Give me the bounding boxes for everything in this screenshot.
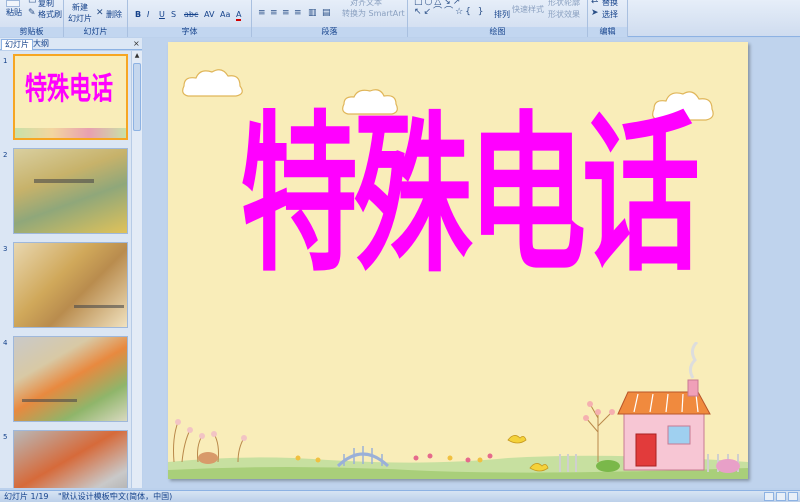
text-direction-button[interactable]: 对齐文本 bbox=[350, 0, 382, 8]
shape-outline-button[interactable]: 形状轮廓 bbox=[548, 0, 580, 8]
clipboard-group-label: 剪贴板 bbox=[0, 27, 63, 37]
drawing-group: □○△↘↗ ↖↙⌒⌒☆{ } 排列 快速样式 形状轮廓 形状效果 绘图 bbox=[408, 0, 588, 37]
new-slide-button-line1[interactable]: 新建 bbox=[72, 2, 88, 13]
char-spacing-button[interactable]: AV bbox=[204, 10, 214, 19]
slide-thumbnail-2[interactable] bbox=[13, 148, 128, 234]
slide-number: 1 bbox=[3, 57, 8, 65]
clipboard-group: 粘贴 ▭ 复制 ✎ 格式刷 剪贴板 bbox=[0, 0, 64, 37]
thumbnails-scrollbar[interactable]: ▲ bbox=[131, 51, 142, 488]
delete-slide-button[interactable]: 删除 bbox=[106, 9, 122, 20]
align-center-icon[interactable]: ≡ bbox=[270, 9, 278, 18]
format-painter-button[interactable]: 格式刷 bbox=[38, 9, 62, 20]
slide-thumbnail-5[interactable] bbox=[13, 430, 128, 488]
slide-title[interactable]: 特殊电话 bbox=[240, 86, 700, 304]
slide-number: 4 bbox=[3, 339, 8, 347]
cloud-left-icon bbox=[182, 69, 243, 97]
format-painter-icon: ✎ bbox=[28, 8, 36, 18]
normal-view-icon[interactable] bbox=[764, 492, 774, 501]
delete-icon: ✕ bbox=[96, 8, 104, 18]
shadow-button[interactable]: S bbox=[171, 10, 176, 19]
tab-outline[interactable]: 大纲 bbox=[30, 39, 52, 50]
thumb-caption-strip bbox=[22, 399, 77, 402]
slide-thumbnail-3[interactable] bbox=[13, 242, 128, 328]
replace-icon: ⇄ bbox=[591, 0, 599, 6]
change-case-button[interactable]: Aa bbox=[220, 10, 230, 19]
select-icon: ➤ bbox=[591, 8, 599, 18]
slide-thumbnail-1[interactable]: 特殊电话 bbox=[13, 54, 128, 140]
slide-thumbnails-pane: 1 特殊电话 2 3 4 5 bbox=[0, 51, 131, 488]
quick-styles-button[interactable]: 快速样式 bbox=[512, 4, 544, 15]
slides-group: 新建 幻灯片 ✕ 删除 幻灯片 bbox=[64, 0, 128, 37]
justify-icon[interactable]: ≡ bbox=[294, 9, 302, 18]
thumb-ground bbox=[15, 128, 126, 138]
editing-group-label: 编辑 bbox=[588, 27, 627, 37]
slideshow-icon[interactable] bbox=[788, 492, 798, 501]
tab-slides[interactable]: 幻灯片 bbox=[1, 39, 33, 50]
shapes-gallery-icon[interactable]: □○△↘↗ bbox=[414, 0, 462, 7]
slide-thumbnail-4[interactable] bbox=[13, 336, 128, 422]
slides-group-label: 幻灯片 bbox=[64, 27, 127, 37]
garden-scenery bbox=[168, 342, 748, 479]
thumb-caption-strip bbox=[74, 305, 124, 308]
shapes-gallery-row2-icon[interactable]: ↖↙⌒⌒☆{ } bbox=[414, 8, 485, 17]
font-group: B I U S abc AV Aa A 字体 bbox=[128, 0, 252, 37]
arrange-text-icon[interactable]: ▤ bbox=[322, 9, 331, 18]
slide-counter: 幻灯片 1/19 bbox=[4, 492, 49, 501]
strikethrough-button[interactable]: abc bbox=[184, 10, 198, 19]
columns-icon[interactable]: ▥ bbox=[308, 9, 317, 18]
thumb-title: 特殊电话 bbox=[25, 71, 114, 108]
font-group-label: 字体 bbox=[128, 27, 251, 37]
paste-icon[interactable] bbox=[6, 0, 20, 7]
paste-button[interactable]: 粘贴 bbox=[6, 7, 22, 18]
editing-group: ⇄ 替换 ➤ 选择 编辑 bbox=[588, 0, 628, 37]
new-slide-button-line2[interactable]: 幻灯片 bbox=[68, 13, 92, 24]
copy-button[interactable]: 复制 bbox=[38, 0, 54, 9]
current-slide[interactable]: 特殊电话 bbox=[168, 42, 748, 479]
language-indicator[interactable]: 中文(简体，中国) bbox=[110, 491, 172, 502]
status-bar: 幻灯片 1/19 "默认设计模板" 中文(简体，中国) bbox=[0, 490, 800, 502]
theme-name[interactable]: "默认设计模板" bbox=[58, 491, 113, 502]
ribbon: 粘贴 ▭ 复制 ✎ 格式刷 剪贴板 新建 幻灯片 ✕ 删除 幻灯片 B I U … bbox=[0, 0, 800, 37]
drawing-group-label: 绘图 bbox=[408, 27, 587, 37]
italic-button[interactable]: I bbox=[147, 10, 149, 19]
align-right-icon[interactable]: ≡ bbox=[282, 9, 290, 18]
select-button[interactable]: 选择 bbox=[602, 9, 618, 20]
slide-number: 3 bbox=[3, 245, 8, 253]
copy-icon: ▭ bbox=[28, 0, 37, 6]
font-color-button[interactable]: A bbox=[236, 10, 242, 21]
arrange-button[interactable]: 排列 bbox=[494, 9, 510, 20]
replace-button[interactable]: 替换 bbox=[602, 0, 618, 8]
scroll-up-icon[interactable]: ▲ bbox=[133, 52, 141, 61]
thumb-caption-strip bbox=[34, 179, 94, 183]
panel-tabs: 幻灯片 大纲 × bbox=[0, 38, 142, 50]
slide-number: 5 bbox=[3, 433, 8, 441]
slide-number: 2 bbox=[3, 151, 8, 159]
slide-sorter-icon[interactable] bbox=[776, 492, 786, 501]
paragraph-group-label: 段落 bbox=[252, 27, 407, 37]
underline-button[interactable]: U bbox=[159, 10, 165, 19]
paragraph-group: ≡ ≡ ≡ ≡ ▥ ▤ 对齐文本 转换为 SmartArt 段落 bbox=[252, 0, 408, 37]
shape-effects-button[interactable]: 形状效果 bbox=[548, 9, 580, 20]
scroll-thumb[interactable] bbox=[133, 63, 141, 131]
align-left-icon[interactable]: ≡ bbox=[258, 9, 266, 18]
convert-smartart-button[interactable]: 转换为 SmartArt bbox=[342, 8, 405, 19]
bold-button[interactable]: B bbox=[135, 10, 141, 19]
close-panel-icon[interactable]: × bbox=[133, 39, 140, 48]
